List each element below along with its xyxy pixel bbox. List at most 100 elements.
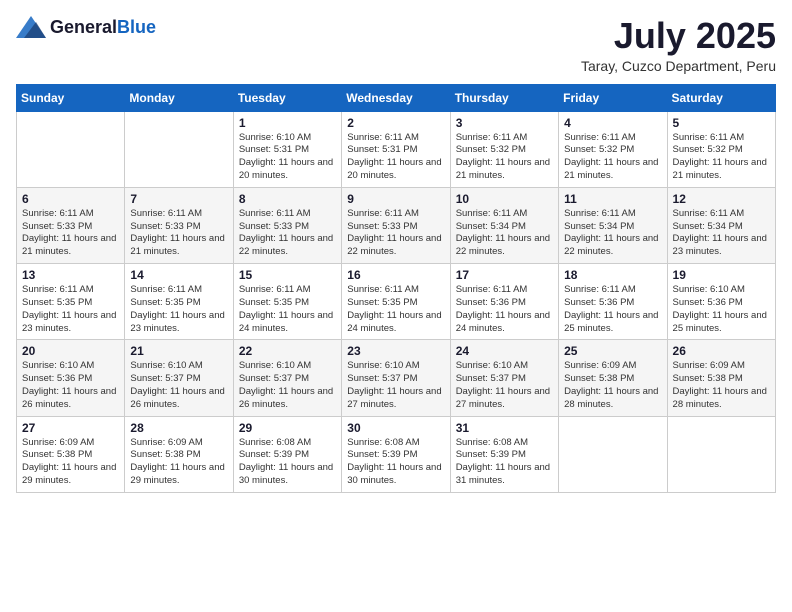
day-info: Sunrise: 6:10 AM Sunset: 5:37 PM Dayligh… bbox=[347, 360, 444, 411]
logo: GeneralBlue bbox=[16, 16, 156, 38]
calendar-cell: 8 Sunrise: 6:11 AM Sunset: 5:33 PM Daylig… bbox=[233, 187, 341, 263]
calendar-cell: 1 Sunrise: 6:10 AM Sunset: 5:31 PM Daylig… bbox=[233, 111, 341, 187]
day-number: 3 bbox=[456, 116, 553, 130]
weekday-header-saturday: Saturday bbox=[667, 84, 775, 111]
calendar-cell: 27 Sunrise: 6:09 AM Sunset: 5:38 PM Dayli… bbox=[17, 416, 125, 492]
day-info: Sunrise: 6:08 AM Sunset: 5:39 PM Dayligh… bbox=[456, 437, 553, 488]
calendar-cell: 16 Sunrise: 6:11 AM Sunset: 5:35 PM Dayli… bbox=[342, 264, 450, 340]
location-title: Taray, Cuzco Department, Peru bbox=[581, 58, 776, 74]
day-number: 11 bbox=[564, 192, 661, 206]
day-info: Sunrise: 6:10 AM Sunset: 5:37 PM Dayligh… bbox=[239, 360, 336, 411]
calendar-cell bbox=[17, 111, 125, 187]
weekday-header-friday: Friday bbox=[559, 84, 667, 111]
calendar-cell: 30 Sunrise: 6:08 AM Sunset: 5:39 PM Dayli… bbox=[342, 416, 450, 492]
day-number: 9 bbox=[347, 192, 444, 206]
header: GeneralBlue July 2025 Taray, Cuzco Depar… bbox=[16, 16, 776, 74]
weekday-header-monday: Monday bbox=[125, 84, 233, 111]
day-number: 24 bbox=[456, 344, 553, 358]
day-number: 25 bbox=[564, 344, 661, 358]
day-info: Sunrise: 6:10 AM Sunset: 5:37 PM Dayligh… bbox=[456, 360, 553, 411]
calendar-cell: 28 Sunrise: 6:09 AM Sunset: 5:38 PM Dayli… bbox=[125, 416, 233, 492]
day-info: Sunrise: 6:10 AM Sunset: 5:31 PM Dayligh… bbox=[239, 132, 336, 183]
day-info: Sunrise: 6:11 AM Sunset: 5:35 PM Dayligh… bbox=[130, 284, 227, 335]
day-number: 12 bbox=[673, 192, 770, 206]
week-row-4: 20Sunrise: 6:10 AM Sunset: 5:36 PM Dayli… bbox=[17, 340, 776, 416]
day-info: Sunrise: 6:11 AM Sunset: 5:31 PM Dayligh… bbox=[347, 132, 444, 183]
day-number: 28 bbox=[130, 421, 227, 435]
day-number: 18 bbox=[564, 268, 661, 282]
calendar-cell: 14 Sunrise: 6:11 AM Sunset: 5:35 PM Dayli… bbox=[125, 264, 233, 340]
logo-text-blue: Blue bbox=[117, 17, 156, 37]
day-number: 27 bbox=[22, 421, 119, 435]
calendar-cell: 17 Sunrise: 6:11 AM Sunset: 5:36 PM Dayli… bbox=[450, 264, 558, 340]
day-info: Sunrise: 6:11 AM Sunset: 5:33 PM Dayligh… bbox=[347, 208, 444, 259]
calendar-cell: 10 Sunrise: 6:11 AM Sunset: 5:34 PM Dayli… bbox=[450, 187, 558, 263]
day-number: 26 bbox=[673, 344, 770, 358]
day-info: Sunrise: 6:11 AM Sunset: 5:35 PM Dayligh… bbox=[22, 284, 119, 335]
calendar-cell: 26Sunrise: 6:09 AM Sunset: 5:38 PM Dayli… bbox=[667, 340, 775, 416]
day-info: Sunrise: 6:11 AM Sunset: 5:35 PM Dayligh… bbox=[239, 284, 336, 335]
week-row-3: 13 Sunrise: 6:11 AM Sunset: 5:35 PM Dayli… bbox=[17, 264, 776, 340]
day-info: Sunrise: 6:09 AM Sunset: 5:38 PM Dayligh… bbox=[130, 437, 227, 488]
day-info: Sunrise: 6:11 AM Sunset: 5:36 PM Dayligh… bbox=[564, 284, 661, 335]
day-number: 4 bbox=[564, 116, 661, 130]
calendar-cell bbox=[125, 111, 233, 187]
week-row-5: 27 Sunrise: 6:09 AM Sunset: 5:38 PM Dayli… bbox=[17, 416, 776, 492]
day-number: 22 bbox=[239, 344, 336, 358]
day-number: 29 bbox=[239, 421, 336, 435]
calendar-cell: 24 Sunrise: 6:10 AM Sunset: 5:37 PM Dayli… bbox=[450, 340, 558, 416]
day-number: 17 bbox=[456, 268, 553, 282]
day-number: 14 bbox=[130, 268, 227, 282]
day-info: Sunrise: 6:11 AM Sunset: 5:33 PM Dayligh… bbox=[239, 208, 336, 259]
calendar-cell: 21Sunrise: 6:10 AM Sunset: 5:37 PM Dayli… bbox=[125, 340, 233, 416]
weekday-header-tuesday: Tuesday bbox=[233, 84, 341, 111]
calendar-cell: 6Sunrise: 6:11 AM Sunset: 5:33 PM Daylig… bbox=[17, 187, 125, 263]
calendar-cell: 2 Sunrise: 6:11 AM Sunset: 5:31 PM Daylig… bbox=[342, 111, 450, 187]
calendar-cell: 18 Sunrise: 6:11 AM Sunset: 5:36 PM Dayli… bbox=[559, 264, 667, 340]
day-info: Sunrise: 6:09 AM Sunset: 5:38 PM Dayligh… bbox=[564, 360, 661, 411]
day-info: Sunrise: 6:10 AM Sunset: 5:36 PM Dayligh… bbox=[673, 284, 770, 335]
day-info: Sunrise: 6:11 AM Sunset: 5:32 PM Dayligh… bbox=[673, 132, 770, 183]
calendar-cell bbox=[559, 416, 667, 492]
day-info: Sunrise: 6:11 AM Sunset: 5:34 PM Dayligh… bbox=[673, 208, 770, 259]
logo-text-general: General bbox=[50, 17, 117, 37]
calendar-cell: 19 Sunrise: 6:10 AM Sunset: 5:36 PM Dayli… bbox=[667, 264, 775, 340]
calendar-cell: 4 Sunrise: 6:11 AM Sunset: 5:32 PM Daylig… bbox=[559, 111, 667, 187]
day-info: Sunrise: 6:11 AM Sunset: 5:33 PM Dayligh… bbox=[130, 208, 227, 259]
calendar-cell: 29 Sunrise: 6:08 AM Sunset: 5:39 PM Dayli… bbox=[233, 416, 341, 492]
day-number: 20 bbox=[22, 344, 119, 358]
day-number: 10 bbox=[456, 192, 553, 206]
calendar-cell: 9 Sunrise: 6:11 AM Sunset: 5:33 PM Daylig… bbox=[342, 187, 450, 263]
day-number: 1 bbox=[239, 116, 336, 130]
weekday-header-thursday: Thursday bbox=[450, 84, 558, 111]
week-row-1: 1 Sunrise: 6:10 AM Sunset: 5:31 PM Daylig… bbox=[17, 111, 776, 187]
calendar-cell: 11 Sunrise: 6:11 AM Sunset: 5:34 PM Dayli… bbox=[559, 187, 667, 263]
day-info: Sunrise: 6:11 AM Sunset: 5:36 PM Dayligh… bbox=[456, 284, 553, 335]
calendar-cell bbox=[667, 416, 775, 492]
day-info: Sunrise: 6:11 AM Sunset: 5:32 PM Dayligh… bbox=[456, 132, 553, 183]
calendar-cell: 13 Sunrise: 6:11 AM Sunset: 5:35 PM Dayli… bbox=[17, 264, 125, 340]
day-info: Sunrise: 6:08 AM Sunset: 5:39 PM Dayligh… bbox=[347, 437, 444, 488]
calendar-cell: 3 Sunrise: 6:11 AM Sunset: 5:32 PM Daylig… bbox=[450, 111, 558, 187]
calendar-cell: 25 Sunrise: 6:09 AM Sunset: 5:38 PM Dayli… bbox=[559, 340, 667, 416]
day-number: 8 bbox=[239, 192, 336, 206]
day-info: Sunrise: 6:10 AM Sunset: 5:37 PM Dayligh… bbox=[130, 360, 227, 411]
day-info: Sunrise: 6:11 AM Sunset: 5:33 PM Dayligh… bbox=[22, 208, 119, 259]
calendar-cell: 22 Sunrise: 6:10 AM Sunset: 5:37 PM Dayli… bbox=[233, 340, 341, 416]
day-info: Sunrise: 6:11 AM Sunset: 5:32 PM Dayligh… bbox=[564, 132, 661, 183]
day-number: 2 bbox=[347, 116, 444, 130]
day-info: Sunrise: 6:11 AM Sunset: 5:34 PM Dayligh… bbox=[564, 208, 661, 259]
day-info: Sunrise: 6:11 AM Sunset: 5:35 PM Dayligh… bbox=[347, 284, 444, 335]
day-number: 13 bbox=[22, 268, 119, 282]
day-info: Sunrise: 6:11 AM Sunset: 5:34 PM Dayligh… bbox=[456, 208, 553, 259]
week-row-2: 6Sunrise: 6:11 AM Sunset: 5:33 PM Daylig… bbox=[17, 187, 776, 263]
day-info: Sunrise: 6:09 AM Sunset: 5:38 PM Dayligh… bbox=[22, 437, 119, 488]
calendar-cell: 7Sunrise: 6:11 AM Sunset: 5:33 PM Daylig… bbox=[125, 187, 233, 263]
day-number: 16 bbox=[347, 268, 444, 282]
day-number: 30 bbox=[347, 421, 444, 435]
calendar-cell: 12 Sunrise: 6:11 AM Sunset: 5:34 PM Dayli… bbox=[667, 187, 775, 263]
day-number: 23 bbox=[347, 344, 444, 358]
day-number: 19 bbox=[673, 268, 770, 282]
calendar-cell: 20Sunrise: 6:10 AM Sunset: 5:36 PM Dayli… bbox=[17, 340, 125, 416]
day-info: Sunrise: 6:08 AM Sunset: 5:39 PM Dayligh… bbox=[239, 437, 336, 488]
